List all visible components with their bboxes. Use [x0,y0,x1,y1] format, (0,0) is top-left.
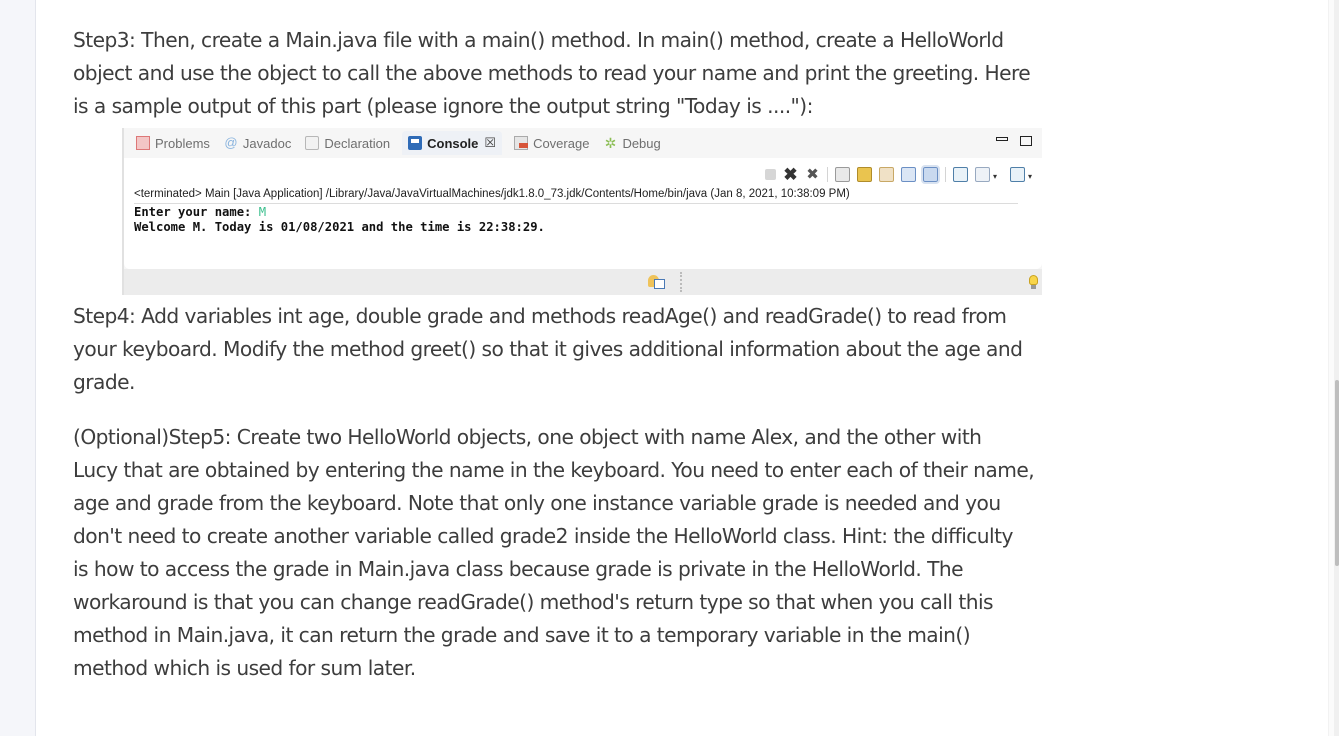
scrollbar-thumb[interactable] [1335,380,1339,566]
pin-console-icon [953,166,968,182]
tab-debug: ✲ Debug [601,131,662,155]
page-scrollbar[interactable] [1334,0,1339,736]
prompt-text: Enter your name: [134,205,259,219]
toolbar-separator [945,166,946,182]
status-separator [680,272,682,292]
lightbulb-icon [1029,275,1038,289]
clear-console-icon [835,166,850,182]
show-on-error-icon [921,164,940,184]
step3-line: object and use the object to call the ab… [73,61,1031,85]
tab-declaration: Declaration [303,131,392,155]
terminated-status-line: <terminated> Main [Java Application] /Li… [134,188,1018,204]
step4-line: Step4: Add variables int age, double gra… [73,304,1007,328]
tab-javadoc: @ Javadoc [222,131,293,155]
console-icon [408,136,423,150]
remove-all-terminated-icon: ✖ [806,165,819,183]
console-output: Enter your name: M Welcome M. Today is 0… [134,205,545,235]
at-icon: @ [224,135,238,150]
user-input-text: M [258,205,267,219]
scroll-lock-icon [857,166,872,182]
remove-launch-icon: ✖ [783,164,798,184]
step5-line: Lucy that are obtained by entering the n… [73,458,1035,482]
step5-line: method which is used for sum later. [73,656,416,680]
step4-line: grade. [73,370,135,394]
problems-icon [136,136,150,150]
step5-line: method in Main.java, it can return the g… [73,623,971,647]
status-bar [124,269,1042,295]
tab-label: Coverage [533,135,590,151]
view-window-controls [996,136,1032,146]
step4-line: your keyboard. Modify the method greet()… [73,337,1023,361]
eclipse-console-screenshot: Problems @ Javadoc Declaration Console ☒… [122,128,1042,295]
console-toolbar: ✖ ✖ ▾ ▾ [765,164,1036,184]
console-output-line: Enter your name: M [134,205,545,220]
document-content: Step3: Then, create a Main.java file wit… [73,24,1093,685]
close-tab-icon: ☒ [484,135,497,150]
tab-problems: Problems [134,131,212,155]
step3-paragraph: Step3: Then, create a Main.java file wit… [73,24,1093,123]
tab-console: Console ☒ [402,131,503,155]
console-body: ✖ ✖ ▾ ▾ <terminated> Main [Java Applicat… [124,158,1042,269]
tab-label: Console [427,135,479,151]
word-wrap-icon [879,166,894,182]
tab-label: Declaration [324,135,391,151]
console-output-line: Welcome M. Today is 01/08/2021 and the t… [134,220,545,234]
minimize-icon [996,137,1008,141]
tab-label: Debug [622,135,661,151]
declaration-icon [305,136,320,150]
step4-paragraph: Step4: Add variables int age, double gra… [73,300,1093,399]
step5-line: age and grade from the keyboard. Note th… [73,491,1001,515]
view-tab-bar: Problems @ Javadoc Declaration Console ☒… [124,128,1042,158]
java-open-perspective-icon [648,275,666,291]
step3-line: is a sample output of this part (please … [73,94,813,118]
maximize-icon [1020,136,1032,146]
step5-line: is how to access the grade in Main.java … [73,557,964,581]
step5-line: (Optional)Step5: Create two HelloWorld o… [73,425,982,449]
tab-coverage: Coverage [512,131,591,155]
terminate-icon [765,168,776,180]
step5-line: don't need to create another variable ca… [73,524,1013,548]
display-console-icon: ▾ [975,166,997,182]
step3-line: Step3: Then, create a Main.java file wit… [73,28,1004,52]
step5-paragraph: (Optional)Step5: Create two HelloWorld o… [73,421,1093,685]
toolbar-separator [827,166,828,182]
tab-label: Javadoc [242,135,292,151]
show-on-output-icon [901,166,916,182]
left-gutter [0,0,36,736]
debug-icon: ✲ [604,135,617,151]
step5-line: workaround is that you can change readGr… [73,590,994,614]
coverage-icon [514,136,529,150]
open-console-icon: ▾ [1010,166,1032,182]
tab-label: Problems [155,135,210,151]
